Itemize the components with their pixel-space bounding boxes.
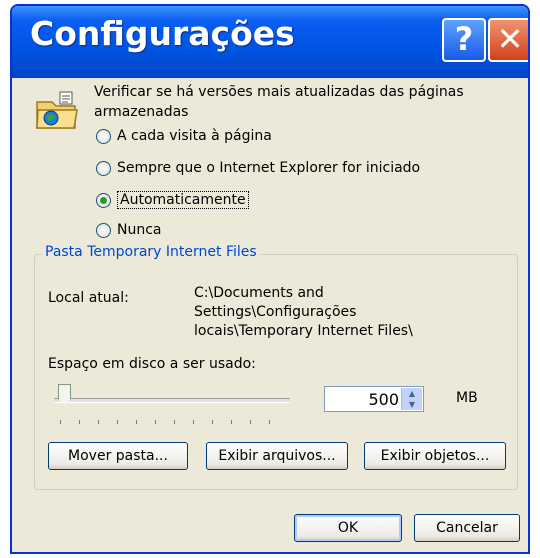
- window-title: Configurações: [30, 14, 295, 53]
- disk-space-slider-track[interactable]: [54, 398, 290, 403]
- location-value: C:\Documents and Settings\Configurações …: [194, 284, 413, 341]
- cancel-button[interactable]: Cancelar: [414, 514, 520, 542]
- folder-globe-icon: [36, 91, 78, 129]
- radio-label-automatic[interactable]: Automaticamente: [117, 191, 249, 209]
- radio-label-every-start[interactable]: Sempre que o Internet Explorer for inici…: [117, 160, 420, 176]
- spin-buttons[interactable]: ▲ ▼: [401, 388, 422, 410]
- settings-dialog: Configurações ? ✕ Verificar se há versõe…: [10, 4, 530, 554]
- disk-space-value[interactable]: 500: [368, 390, 399, 409]
- ok-button[interactable]: OK: [294, 514, 402, 542]
- close-icon: ✕: [496, 20, 524, 58]
- disk-space-label: Espaço em disco a ser usado:: [48, 356, 256, 372]
- disk-space-unit: MB: [456, 390, 478, 406]
- radio-automatic[interactable]: Automaticamente: [96, 190, 249, 210]
- location-line-2: Settings\Configurações: [194, 304, 357, 320]
- dialog-content: Verificar se há versões mais atualizadas…: [12, 78, 528, 552]
- spin-down-icon[interactable]: ▼: [402, 399, 422, 410]
- title-bar[interactable]: Configurações ? ✕: [12, 6, 528, 78]
- view-files-button[interactable]: Exibir arquivos...: [206, 442, 348, 470]
- close-button[interactable]: ✕: [488, 18, 528, 62]
- radio-every-start[interactable]: Sempre que o Internet Explorer for inici…: [96, 158, 420, 178]
- location-line-3: locais\Temporary Internet Files\: [194, 323, 413, 339]
- move-folder-button[interactable]: Mover pasta...: [48, 442, 188, 470]
- slider-ticks: [60, 420, 288, 424]
- radio-every-visit[interactable]: A cada visita à página: [96, 126, 272, 146]
- radio-label-every-visit[interactable]: A cada visita à página: [117, 128, 272, 144]
- spin-up-icon[interactable]: ▲: [402, 388, 422, 399]
- radio-circle-never[interactable]: [96, 222, 111, 238]
- help-button[interactable]: ?: [442, 18, 486, 62]
- radio-never[interactable]: Nunca: [96, 220, 162, 240]
- radio-circle-automatic[interactable]: [96, 192, 111, 208]
- view-objects-button[interactable]: Exibir objetos...: [364, 442, 506, 470]
- check-question-text: Verificar se há versões mais atualizadas…: [94, 84, 464, 120]
- disk-space-spinbox[interactable]: 500 ▲ ▼: [324, 386, 424, 412]
- location-label: Local atual:: [48, 290, 129, 306]
- radio-circle-every-start[interactable]: [96, 160, 111, 176]
- location-line-1: C:\Documents and: [194, 285, 324, 301]
- radio-circle-every-visit[interactable]: [96, 128, 111, 144]
- radio-label-never[interactable]: Nunca: [117, 222, 162, 238]
- temp-files-group-title: Pasta Temporary Internet Files: [42, 244, 260, 260]
- help-icon: ?: [454, 20, 474, 58]
